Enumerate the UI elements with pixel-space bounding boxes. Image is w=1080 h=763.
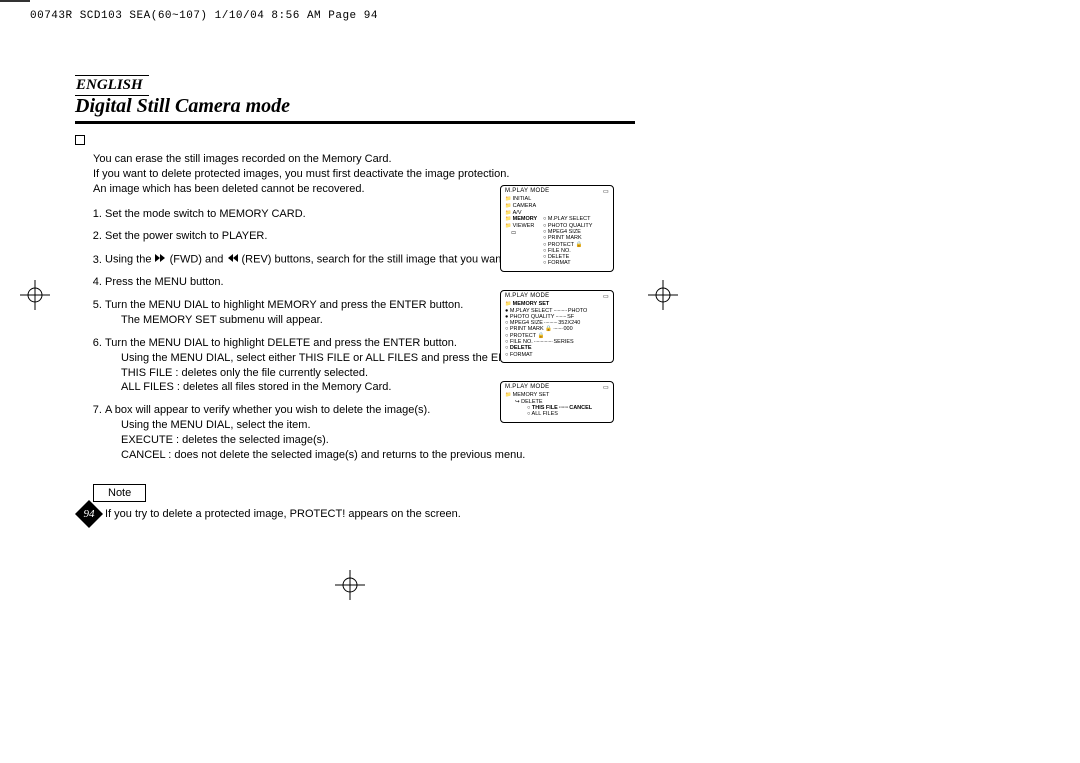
osd-screen-2: M.PLAY MODE ▭ MEMORY SET ● M.PLAY SELECT…: [500, 290, 614, 363]
osd-title-text: M.PLAY MODE: [505, 293, 549, 300]
registration-mark-right: [648, 280, 678, 310]
section-heading-bar: [75, 134, 635, 146]
print-job-header: 00743R SCD103 SEA(60~107) 1/10/04 8:56 A…: [30, 10, 378, 22]
osd-screen-1: M.PLAY MODE ▭ INITIAL CAMERA A/V MEMORY …: [500, 185, 614, 272]
page-number-badge: 94: [75, 500, 103, 528]
registration-mark-bottom: [335, 570, 365, 600]
intro-line: You can erase the still images recorded …: [93, 153, 392, 165]
osd-item-selected: MEMORY: [505, 216, 543, 223]
step-text: (FWD) and: [170, 254, 227, 266]
osd-subitem: FORMAT: [543, 260, 592, 266]
rev-icon: [226, 252, 238, 267]
osd-title-text: M.PLAY MODE: [505, 384, 549, 391]
step-text: A box will appear to verify whether you …: [105, 404, 430, 416]
step-text: Using the: [105, 254, 155, 266]
note-text: If you try to delete a protected image, …: [75, 508, 635, 520]
osd-subitem: M.PLAY SELECT: [543, 216, 592, 222]
osd-row: ○ ALL FILES: [505, 411, 609, 417]
step-text: Turn the MENU DIAL to highlight MEMORY a…: [105, 299, 463, 311]
osd-screen-3: M.PLAY MODE ▭ MEMORY SET DELETE ○ THIS F…: [500, 381, 614, 423]
osd-header: MEMORY SET: [505, 392, 609, 399]
ffwd-icon: [155, 252, 167, 267]
osd-title-text: M.PLAY MODE: [505, 188, 549, 195]
osd-item: A/V: [505, 210, 609, 217]
registration-mark-left: [20, 280, 50, 310]
square-bullet-icon: [75, 135, 85, 145]
language-label: ENGLISH: [75, 75, 149, 96]
card-icon: ▭: [603, 384, 609, 391]
osd-header: MEMORY SET: [505, 301, 609, 308]
intro-line: If you want to delete protected images, …: [93, 168, 509, 180]
crop-mark: [0, 1, 30, 2]
osd-item: VIEWER: [505, 223, 543, 230]
osd-subitem: PHOTO QUALITY: [543, 223, 592, 229]
page-title: Digital Still Camera mode: [75, 95, 635, 124]
card-icon: ▭: [603, 188, 609, 195]
step-subtext: CANCEL : does not delete the selected im…: [105, 448, 635, 463]
osd-item: CAMERA: [505, 203, 609, 210]
osd-item: INITIAL: [505, 196, 609, 203]
card-icon: ▭: [603, 293, 609, 300]
card-icon: ▭: [505, 230, 543, 236]
intro-line: An image which has been deleted cannot b…: [93, 183, 365, 195]
osd-row: ○ FORMAT: [505, 352, 609, 358]
note-label-box: Note: [93, 484, 146, 502]
step-text: Turn the MENU DIAL to highlight DELETE a…: [105, 337, 457, 349]
page-number: 94: [75, 500, 103, 528]
